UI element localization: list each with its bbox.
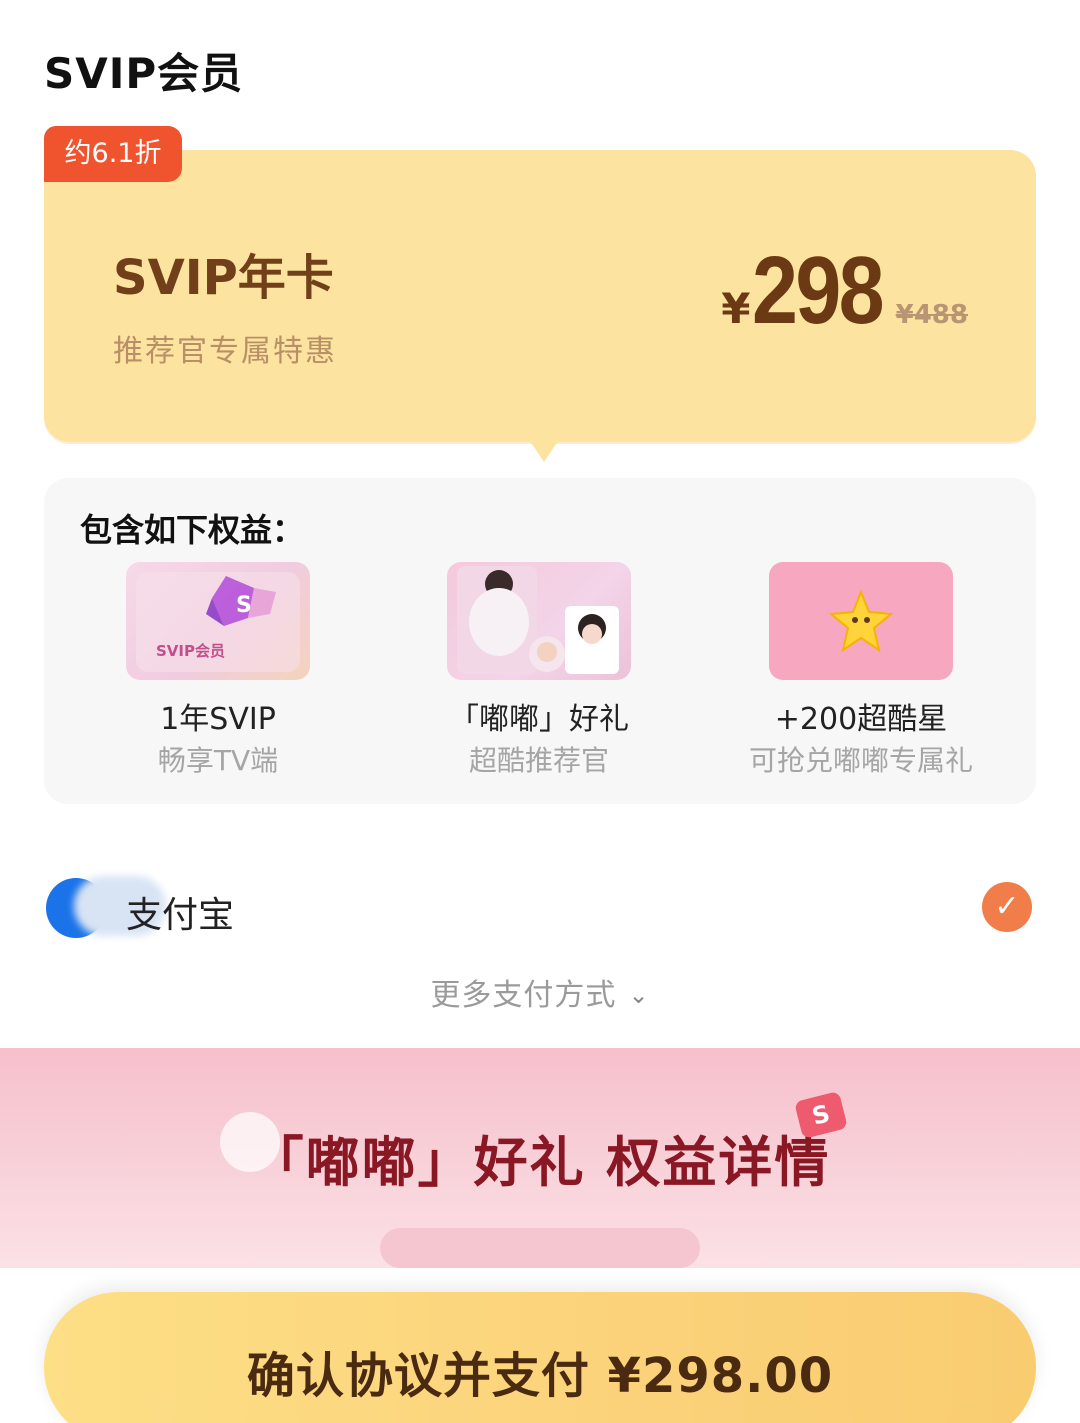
chevron-down-icon: ⌄: [628, 981, 650, 1009]
benefits-title: 包含如下权益：: [80, 511, 305, 549]
original-price: ¥488: [895, 300, 968, 330]
price-currency: ¥: [721, 284, 751, 333]
benefit-sub: 超酷推荐官: [468, 744, 609, 777]
more-payment-methods[interactable]: 更多支付方式 ⌄: [0, 970, 1080, 1014]
benefit-svip: S SVIP会员 1年SVIP 畅享TV端: [58, 562, 378, 778]
svip-card-image-text: SVIP会员: [156, 642, 225, 660]
benefit-stars: +200超酷星 可抢兑嘟嘟专属礼: [701, 562, 1021, 778]
plan-subtitle: 推荐官专属特惠: [113, 334, 337, 369]
confirm-pay-label: 确认协议并支付 ¥298.00: [246, 1348, 834, 1404]
svg-text:S: S: [236, 593, 252, 618]
photo-collage-icon: [457, 566, 619, 674]
page-title: SVIP会员: [44, 49, 244, 98]
diamond-icon: S: [136, 572, 300, 672]
plan-name: SVIP年卡: [113, 250, 334, 306]
svip-purchase-page: SVIP会员 约6.1折 SVIP年卡 推荐官专属特惠 ¥ 298 ¥488 包…: [0, 0, 1080, 1423]
price-amount: 298: [752, 237, 885, 344]
gift-details-banner[interactable]: 「嘟嘟」好礼 权益详情 S: [0, 1048, 1080, 1268]
gift-photo-image: [447, 562, 631, 680]
checkmark-icon[interactable]: ✓: [982, 882, 1032, 932]
star-mascot-image: [769, 562, 953, 680]
benefit-gift: 「嘟嘟」好礼 超酷推荐官: [379, 562, 699, 778]
payment-method-label: 支付宝: [126, 895, 235, 936]
plan-price: ¥ 298 ¥488: [721, 236, 968, 346]
svip-card-image: S SVIP会员: [126, 562, 310, 680]
payment-method-alipay[interactable]: 支付宝 ✓: [44, 872, 1036, 944]
benefit-label: 「嘟嘟」好礼: [449, 702, 629, 737]
more-payment-label: 更多支付方式: [430, 978, 617, 1013]
benefit-sub: 可抢兑嘟嘟专属礼: [748, 744, 973, 777]
discount-badge: 约6.1折: [44, 126, 182, 182]
benefit-sub: 畅享TV端: [157, 744, 279, 777]
benefit-label: +200超酷星: [774, 702, 948, 737]
star-mascot-icon: [828, 589, 894, 653]
banner-title: 「嘟嘟」好礼 权益详情: [249, 1131, 831, 1194]
confirm-pay-button[interactable]: 确认协议并支付 ¥298.00: [44, 1292, 1036, 1423]
plan-card-pointer: [524, 432, 564, 462]
banner-decoration: [380, 1228, 700, 1268]
benefit-label: 1年SVIP: [160, 702, 276, 737]
